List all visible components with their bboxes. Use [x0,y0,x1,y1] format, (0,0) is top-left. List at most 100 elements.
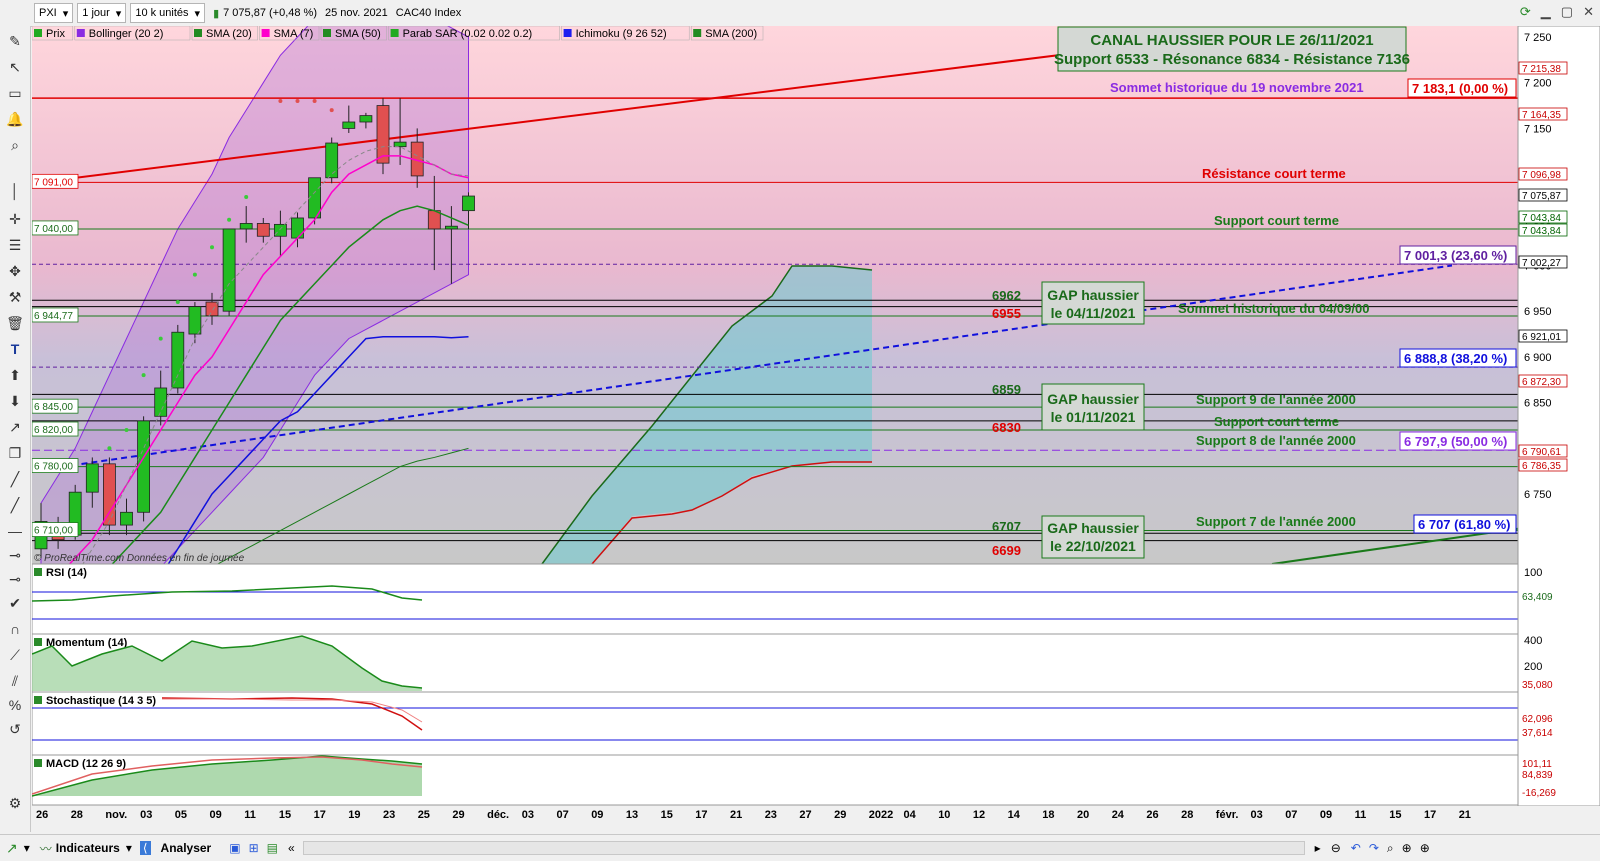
sar-dot [227,217,232,222]
support7-label: Support 7 de l'année 2000 [1196,514,1356,529]
pencil-icon[interactable]: ✎ [4,30,26,52]
date-tick: 15 [1389,809,1401,821]
bell-icon[interactable]: 🔔 [4,108,26,130]
legend-item: Bollinger (20 2) [89,28,164,40]
undo-zoom-icon[interactable]: ↶ [1351,841,1361,855]
chevron-down-icon[interactable]: ▾ [24,841,30,855]
date-tick: 09 [591,809,603,821]
ruler-icon[interactable]: ▭ [4,82,26,104]
trendline-green-icon[interactable]: ╱ [4,468,26,490]
zoom-icon[interactable]: ⌕ [4,134,26,156]
momentum-panel-label: Momentum (14) [46,637,128,649]
left-price-tag: 7 040,00 [34,224,73,235]
ticker-select[interactable]: PXI ▾ [34,3,74,23]
legend-swatch [390,29,399,37]
zoom-in-icon[interactable]: ⊕ [1402,841,1412,855]
date-tick: 28 [1181,809,1193,821]
chevron-down-icon[interactable]: ▾ [126,841,132,855]
gap1-top-label: 6962 [992,288,1021,303]
minimize-icon[interactable]: ▁ [1541,4,1551,20]
scroll-left-icon[interactable]: « [288,841,295,855]
ath-label: Sommet historique du 19 novembre 2021 [1110,80,1364,95]
plot-style-icon[interactable]: ↗ [6,840,18,857]
zoom-search-icon[interactable]: ⌕ [1387,841,1394,856]
chart-canvas[interactable]: RSI (14) Momentum (14) Stochastique (14 3 … [32,26,1600,832]
date-tick: 17 [314,809,326,821]
channel-icon[interactable]: ⫽ [4,670,26,692]
price-tag: 7 096,98 [1522,170,1561,181]
line-tool-icon[interactable]: ⟋ [4,644,26,666]
trendline-red-icon[interactable]: ╱ [4,494,26,516]
refresh-icon[interactable]: ⟳ [1520,4,1531,20]
date-tick: 14 [1008,809,1021,821]
gap2-line1: GAP haussier [1047,391,1139,407]
price-tick: 7 200 [1524,78,1552,90]
horizontal-lines-icon[interactable]: ☰ [4,234,26,256]
vertical-line-icon[interactable]: │ [4,180,26,202]
quote-icon: ▮ [213,7,220,20]
maximize-icon[interactable]: ▢ [1561,4,1573,20]
legend-swatch [323,29,331,37]
zoom-out-icon[interactable]: ⊖ [1331,841,1341,855]
date-tick: 23 [383,809,395,821]
date-tick: 15 [661,809,673,821]
move-icon[interactable]: ✥ [4,260,26,282]
magnet-icon[interactable]: ∩ [4,618,26,640]
redo-zoom-icon[interactable]: ↷ [1369,841,1379,855]
chevron-down-icon: ▾ [115,7,122,20]
date-tick: 09 [210,809,222,821]
share-icon[interactable]: ⟨ [139,841,151,855]
instrument-name: CAC40 Index [395,7,462,19]
text-icon[interactable]: T [4,338,26,360]
sar-dot [210,245,214,250]
candle-body [444,225,458,230]
checkmark-icon[interactable]: ✔ [4,592,26,614]
drawing-toolbar: ✎ ↖ ▭ 🔔 ⌕ │ ✛ ☰ ✥ ⚒ 🗑 T ⬆ ⬇ ↗ ❐ ╱ ╱ — ⊸ … [0,26,31,832]
horizontal-scrollbar[interactable] [302,841,1305,855]
close-icon[interactable]: ✕ [1583,4,1594,20]
gap3-line1: GAP haussier [1047,520,1139,536]
gap2-line2: le 01/11/2021 [1051,409,1136,425]
date-tick: 04 [904,809,917,821]
indicator-icon [34,696,42,704]
gap2-top-label: 6859 [992,382,1021,397]
support-line-icon[interactable]: ⊸ [4,544,26,566]
macd-panel-label: MACD (12 26 9) [46,758,126,770]
trash-icon[interactable]: 🗑 [4,312,26,334]
resistance-ct-label: Résistance court terme [1202,166,1346,181]
arrow-diagonal-icon[interactable]: ↗ [4,416,26,438]
resistance-line-icon[interactable]: ⊸ [4,568,26,590]
date-tick: 24 [1112,809,1125,821]
layout-icon[interactable]: ⊞ [249,841,259,855]
candle-body [239,223,253,230]
legend-swatch [693,29,702,37]
horizontal-line-icon[interactable]: — [4,520,26,542]
candle-body [462,195,475,212]
cursor-icon[interactable]: ↖ [4,56,26,78]
period-select[interactable]: 1 jour ▾ [77,3,127,23]
screener-icon[interactable]: ▤ [267,841,278,855]
arrow-down-icon[interactable]: ⬇ [4,390,26,412]
analyse-button[interactable]: Analyser [161,841,212,855]
tools-icon[interactable]: ⚒ [4,286,26,308]
date-tick: 21 [1459,809,1471,821]
rsi-value: 63,409 [1522,592,1553,603]
window-icon[interactable]: ▣ [229,841,240,855]
settings-icon[interactable]: ⚙ [4,792,26,814]
zoom-extra-icon[interactable]: ⊕ [1420,841,1430,855]
candle-body [171,331,185,389]
indicators-icon[interactable]: 〰 [40,840,52,857]
scroll-right-icon[interactable]: ▸ [1315,841,1321,855]
copy-icon[interactable]: ❐ [4,442,26,464]
units-select[interactable]: 10 k unités ▾ [130,3,206,23]
crosshair-icon[interactable]: ✛ [4,208,26,230]
undo-icon[interactable]: ↺ [4,718,26,740]
legend-swatch [194,29,202,37]
date-tick: 18 [1042,809,1054,821]
copyright: © ProRealTime.com Données en fin de jour… [34,553,245,564]
sommet-0409-label: Sommet historique du 04/09/00 [1178,301,1369,316]
indicators-button[interactable]: Indicateurs [56,841,120,855]
sar-dot [158,336,163,341]
arrow-up-icon[interactable]: ⬆ [4,364,26,386]
percent-icon[interactable]: % [4,694,26,716]
